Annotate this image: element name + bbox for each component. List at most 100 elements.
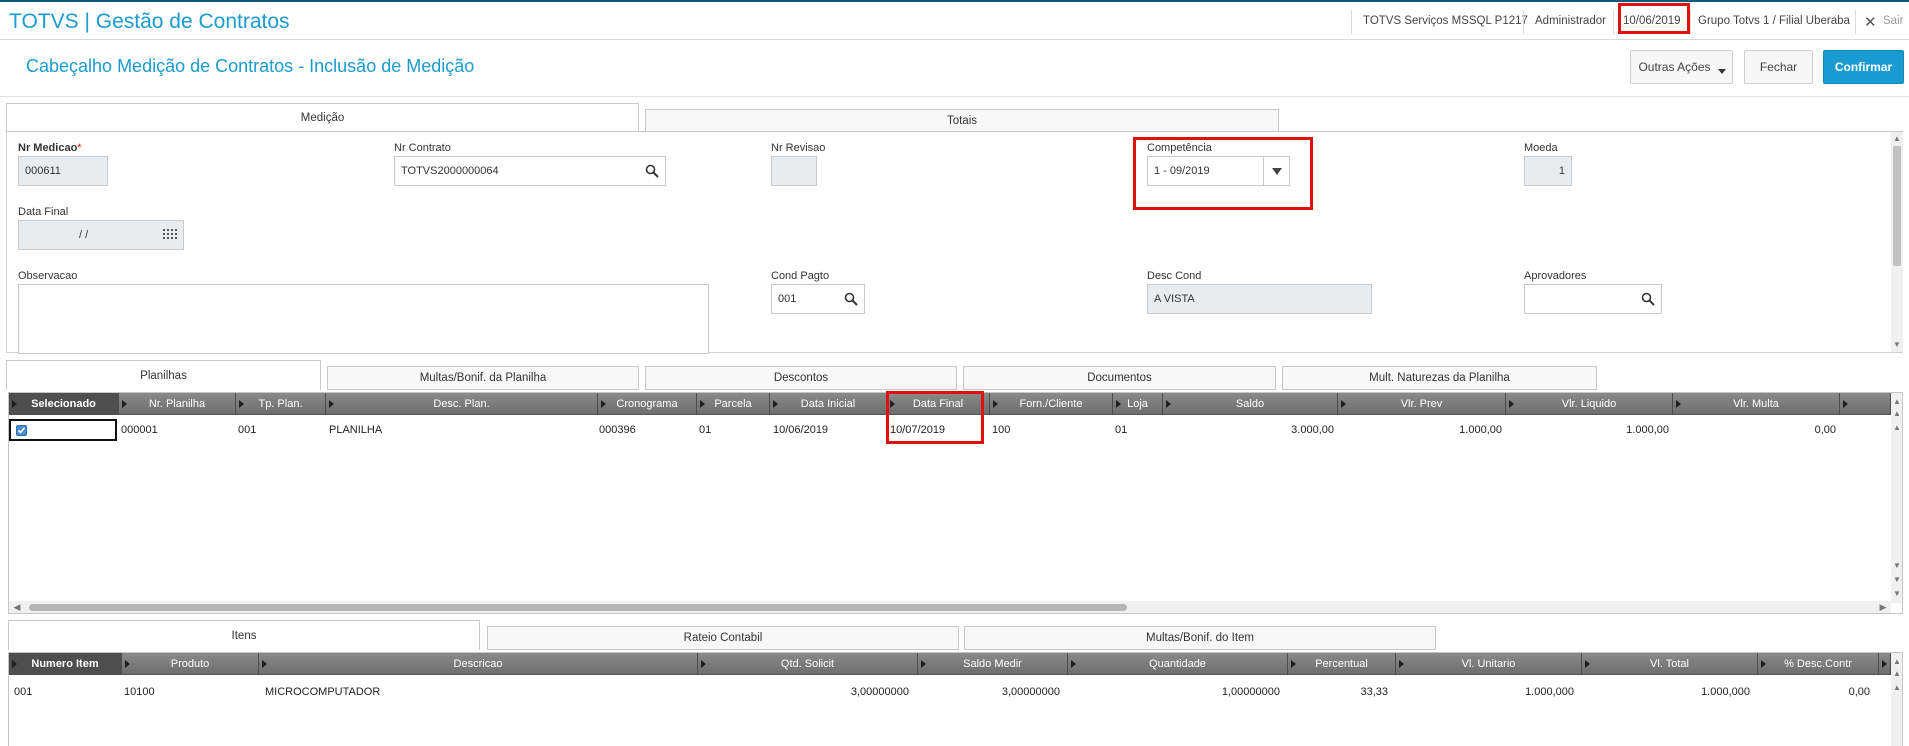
- selected-cell[interactable]: [9, 419, 117, 441]
- col-label: Descricao: [453, 658, 503, 670]
- scroll-right-icon[interactable]: ▶: [1877, 602, 1889, 612]
- scroll-up-icon[interactable]: ▲: [1891, 134, 1903, 144]
- cond-pagto-label: Cond Pagto: [771, 270, 830, 282]
- col-forn-cliente[interactable]: Forn./Cliente: [990, 393, 1113, 415]
- dropdown-arrow-icon[interactable]: [1263, 157, 1289, 185]
- items-vscroll[interactable]: ▲ ▲ ▲: [1891, 653, 1902, 746]
- col-percentual[interactable]: Percentual: [1288, 653, 1396, 675]
- col-label: Quantidade: [1149, 658, 1206, 670]
- exit-link[interactable]: Sair: [1883, 15, 1903, 27]
- more-actions-button[interactable]: Outras Ações: [1630, 50, 1733, 84]
- user-menu[interactable]: Administrador: [1535, 15, 1606, 27]
- search-icon[interactable]: [1641, 292, 1655, 309]
- tab-mult-naturezas[interactable]: Mult. Naturezas da Planilha: [1282, 366, 1597, 390]
- scroll-up-icon[interactable]: ▲: [1891, 683, 1902, 693]
- tab-multas-planilha[interactable]: Multas/Bonif. da Planilha: [327, 366, 639, 390]
- col-cronograma[interactable]: Cronograma: [598, 393, 697, 415]
- col-extra[interactable]: [1840, 393, 1891, 415]
- search-icon[interactable]: [645, 164, 659, 181]
- more-actions-label: Outras Ações: [1638, 60, 1711, 74]
- col-label: Produto: [170, 658, 210, 670]
- cond-pagto-field[interactable]: 001: [771, 284, 865, 314]
- scroll-up-icon[interactable]: ▲: [1891, 397, 1902, 407]
- scroll-up-icon[interactable]: ▲: [1891, 423, 1902, 433]
- aprovadores-field[interactable]: [1524, 284, 1662, 314]
- competencia-select[interactable]: 1 - 09/2019: [1147, 156, 1290, 186]
- tab-itens[interactable]: Itens: [8, 620, 480, 650]
- col-label: Data Inicial: [800, 398, 856, 410]
- col-qtd-solicit[interactable]: Qtd. Solicit: [698, 653, 918, 675]
- cell-desc-plan: PLANILHA: [329, 424, 383, 436]
- scroll-up-icon[interactable]: ▲: [1891, 657, 1902, 667]
- desc-cond-field[interactable]: A VISTA: [1147, 284, 1372, 314]
- col-vlr-liquido[interactable]: Vlr. Liquido: [1506, 393, 1673, 415]
- scroll-thumb[interactable]: [1893, 146, 1901, 266]
- cell-cronograma: 000396: [599, 424, 636, 436]
- col-descricao[interactable]: Descricao: [259, 653, 698, 675]
- sheets-hscroll[interactable]: ◀ ▶: [9, 601, 1891, 613]
- cond-pagto-value: 001: [778, 293, 797, 305]
- moeda-field[interactable]: 1: [1524, 156, 1572, 186]
- tab-totais[interactable]: Totais: [645, 109, 1279, 133]
- nr-medicao-label-text: Nr Medicao: [18, 142, 78, 154]
- col-loja[interactable]: Loja: [1113, 393, 1163, 415]
- close-icon[interactable]: ✕: [1864, 13, 1877, 31]
- col-quantidade[interactable]: Quantidade: [1068, 653, 1288, 675]
- col-label: Vlr. Prev: [1400, 398, 1443, 410]
- col-numero-item[interactable]: Numero Item: [9, 653, 122, 675]
- col-tp-plan[interactable]: Tp. Plan.: [236, 393, 326, 415]
- competencia-label: Competência: [1147, 142, 1212, 154]
- col-data-final[interactable]: Data Final: [887, 393, 990, 415]
- scroll-up-icon[interactable]: ▲: [1891, 409, 1902, 419]
- branch-selector[interactable]: Grupo Totvs 1 / Filial Uberaba: [1698, 15, 1850, 27]
- tab-documentos[interactable]: Documentos: [963, 366, 1276, 390]
- tab-descontos[interactable]: Descontos: [645, 366, 957, 390]
- table-row[interactable]: 001 10100 MICROCOMPUTADOR 3,00000000 3,0…: [9, 681, 1891, 703]
- scroll-thumb[interactable]: [29, 604, 1127, 611]
- close-button[interactable]: Fechar: [1744, 50, 1813, 84]
- cell-vl-total: 1.000,000: [1701, 686, 1750, 698]
- nr-revisao-field[interactable]: [771, 156, 817, 186]
- chevron-down-icon: [1718, 69, 1726, 74]
- scroll-down-icon[interactable]: ▼: [1891, 561, 1902, 571]
- scroll-down-icon[interactable]: ▼: [1891, 575, 1902, 585]
- col-desc-plan[interactable]: Desc. Plan.: [326, 393, 598, 415]
- data-final-field[interactable]: / /: [18, 220, 184, 250]
- form-scrollbar[interactable]: ▲ ▼: [1891, 132, 1903, 352]
- col-parcela[interactable]: Parcela: [697, 393, 770, 415]
- confirm-button[interactable]: Confirmar: [1823, 50, 1904, 84]
- checkbox-icon[interactable]: [16, 425, 27, 436]
- col-selecionado[interactable]: Selecionado: [9, 393, 119, 415]
- col-vlr-multa[interactable]: Vlr. Multa: [1673, 393, 1840, 415]
- col-vlr-prev[interactable]: Vlr. Prev: [1338, 393, 1506, 415]
- scroll-down-icon[interactable]: ▼: [1891, 589, 1902, 599]
- col-extra[interactable]: [1879, 653, 1891, 675]
- col-saldo-medir[interactable]: Saldo Medir: [918, 653, 1068, 675]
- col-vl-unitario[interactable]: Vl. Unitario: [1396, 653, 1582, 675]
- system-date[interactable]: 10/06/2019: [1623, 15, 1681, 27]
- tab-multas-item[interactable]: Multas/Bonif. do Item: [964, 626, 1436, 650]
- col-data-inicial[interactable]: Data Inicial: [770, 393, 887, 415]
- col-desc-contr[interactable]: % Desc.Contr: [1758, 653, 1879, 675]
- scroll-up-icon[interactable]: ▲: [1891, 669, 1902, 679]
- col-saldo[interactable]: Saldo: [1163, 393, 1338, 415]
- nr-medicao-field[interactable]: 000611: [18, 156, 108, 186]
- col-vl-total[interactable]: Vl. Total: [1582, 653, 1758, 675]
- tab-planilhas[interactable]: Planilhas: [6, 360, 321, 390]
- observacao-textarea[interactable]: [18, 284, 709, 354]
- scroll-left-icon[interactable]: ◀: [11, 602, 23, 612]
- col-label: % Desc.Contr: [1784, 658, 1852, 670]
- table-row[interactable]: 000001 001 PLANILHA 000396 01 10/06/2019…: [9, 419, 1891, 441]
- sheets-vscroll[interactable]: ▲ ▲ ▲ ▼ ▼ ▼: [1891, 393, 1902, 603]
- calendar-icon[interactable]: [163, 229, 177, 244]
- search-icon[interactable]: [844, 292, 858, 309]
- col-label: Parcela: [714, 398, 752, 410]
- moeda-label: Moeda: [1524, 142, 1558, 154]
- tab-medicao[interactable]: Medição: [6, 103, 639, 132]
- competencia-value: 1 - 09/2019: [1154, 165, 1210, 177]
- nr-contrato-field[interactable]: TOTVS2000000064: [394, 156, 666, 186]
- scroll-down-icon[interactable]: ▼: [1891, 340, 1903, 350]
- tab-rateio-contabil[interactable]: Rateio Contabil: [487, 626, 959, 650]
- col-nr-planilha[interactable]: Nr. Planilha: [119, 393, 236, 415]
- col-produto[interactable]: Produto: [122, 653, 259, 675]
